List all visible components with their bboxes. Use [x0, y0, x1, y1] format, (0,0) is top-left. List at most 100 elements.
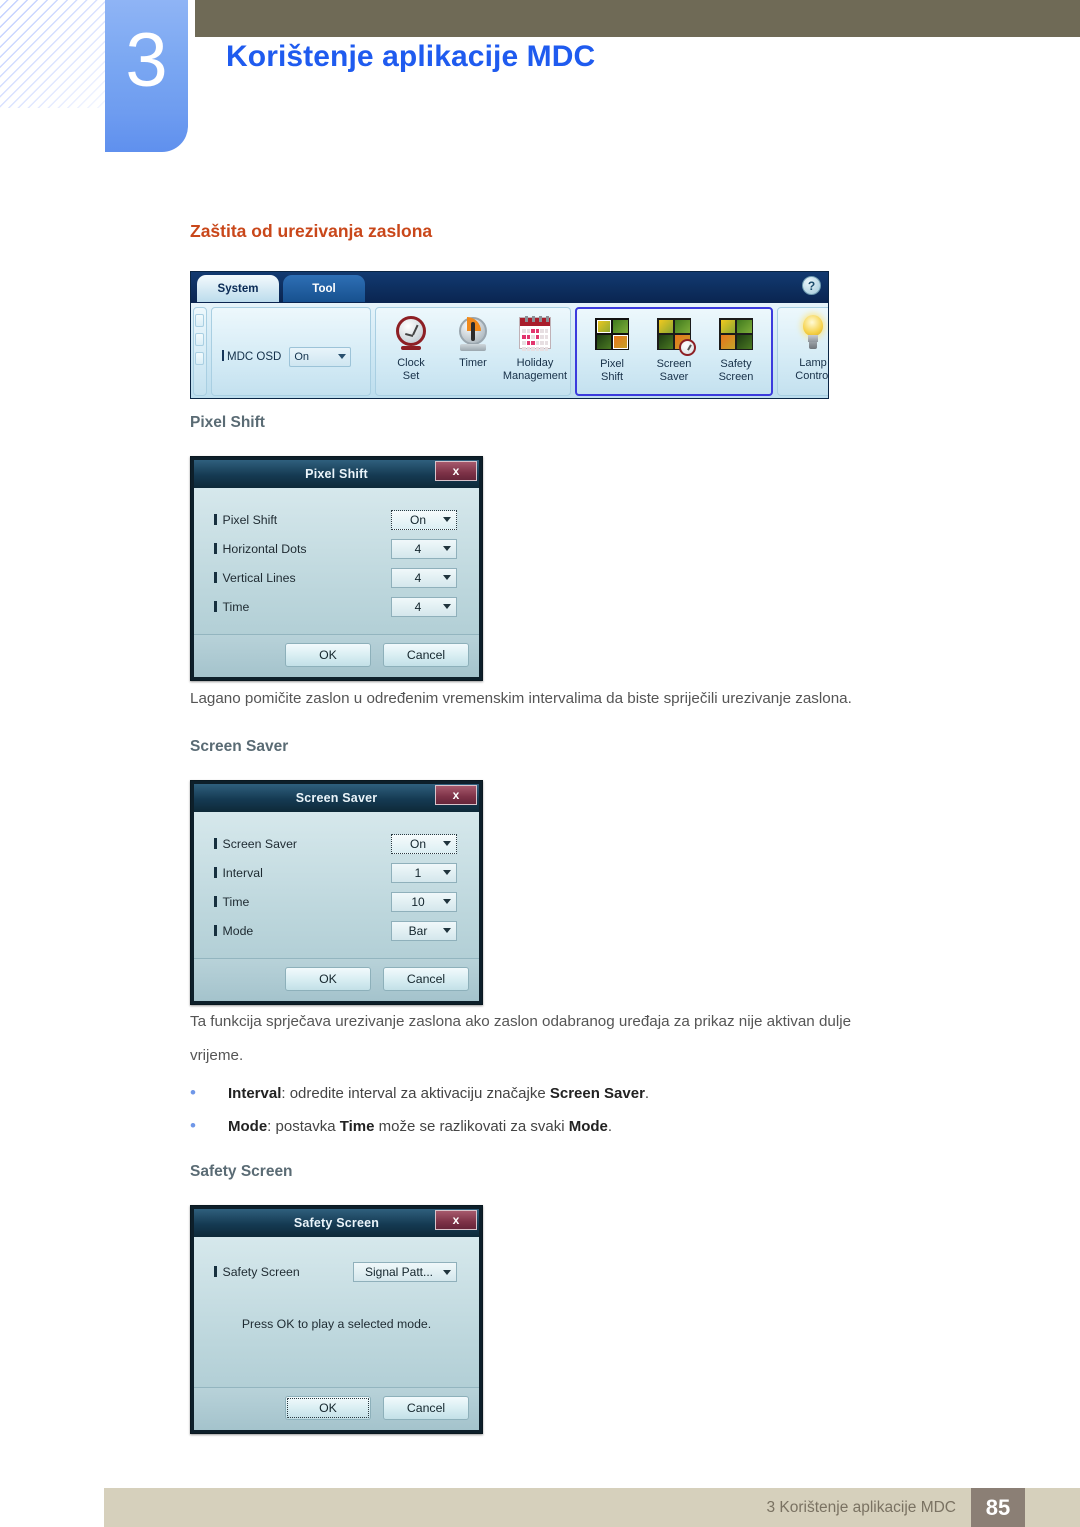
- ribbon-tab-bar: System Tool ?: [191, 272, 828, 303]
- chevron-down-icon: [443, 575, 451, 580]
- field-label: Screen Saver: [214, 837, 391, 851]
- footer-text: 3 Korištenje aplikacije MDC: [766, 1499, 956, 1516]
- mode-select[interactable]: Bar: [391, 920, 457, 941]
- cancel-button[interactable]: Cancel: [383, 643, 469, 667]
- screen-saver-dialog: Screen Saver x Screen Saver On Interval …: [190, 780, 483, 1005]
- safety-screen-dialog-body: Safety Screen Signal Patt... Press OK to…: [194, 1237, 479, 1430]
- timer-icon: [453, 314, 493, 354]
- ribbon-group-clock: Clock Set Timer Holiday Management: [375, 307, 571, 396]
- lamp-control-icon: [793, 314, 828, 354]
- screen-saver-dialog-footer: OK Cancel: [194, 958, 479, 1001]
- safety-screen-dialog-footer: OK Cancel: [194, 1387, 479, 1430]
- bullet-text-mode: Mode: postavka Time može se razlikovati …: [228, 1118, 613, 1135]
- chevron-down-icon: [443, 517, 451, 522]
- section-title: Zaštita od urezivanja zaslona: [190, 221, 433, 241]
- ribbon-button-screen-saver[interactable]: Screen Saver: [643, 311, 705, 392]
- safety-screen-dialog-titlebar: Safety Screen x: [194, 1209, 479, 1237]
- form-row-pixel-shift: Pixel Shift On: [194, 506, 479, 533]
- ribbon-button-holiday-management[interactable]: Holiday Management: [503, 310, 567, 393]
- ribbon-body: MDC OSD On Clock Set Timer Holiday Manag…: [191, 303, 828, 398]
- pixel-shift-icon: [592, 315, 632, 355]
- page-number: 85: [971, 1488, 1025, 1527]
- field-label: Time: [214, 895, 391, 909]
- close-icon[interactable]: x: [435, 1210, 477, 1230]
- chevron-down-icon: [338, 354, 347, 359]
- chapter-number: 3: [125, 18, 168, 103]
- form-row-horizontal-dots: Horizontal Dots 4: [194, 535, 479, 562]
- bullet-text-interval: Interval: odredite interval za aktivacij…: [228, 1085, 650, 1102]
- chevron-down-icon: [443, 1269, 451, 1275]
- field-label: Safety Screen: [214, 1265, 353, 1279]
- field-label: Horizontal Dots: [214, 542, 391, 556]
- ribbon-button-timer[interactable]: Timer: [442, 310, 504, 393]
- cancel-button[interactable]: Cancel: [383, 967, 469, 991]
- form-row-time: Time 4: [194, 593, 479, 620]
- close-icon[interactable]: x: [435, 785, 477, 805]
- screen-saver-dialog-title: Screen Saver: [295, 791, 378, 805]
- chapter-tab: 3: [105, 0, 188, 152]
- subsection-title-pixel-shift: Pixel Shift: [190, 414, 265, 431]
- field-label: Time: [214, 600, 391, 614]
- horizontal-dots-select[interactable]: 4: [391, 538, 457, 559]
- field-label: Interval: [214, 866, 391, 880]
- time-select[interactable]: 10: [391, 891, 457, 912]
- bullet-icon: •: [190, 1116, 196, 1135]
- field-label: Vertical Lines: [214, 571, 391, 585]
- form-row-vertical-lines: Vertical Lines 4: [194, 564, 479, 591]
- mdc-ribbon-screenshot: System Tool ? MDC OSD On Clock Set Timer…: [190, 271, 829, 399]
- holiday-management-icon: [515, 314, 555, 354]
- subsection-title-safety-screen: Safety Screen: [190, 1163, 293, 1180]
- pixel-shift-dialog-footer: OK Cancel: [194, 634, 479, 677]
- chevron-down-icon: [443, 841, 451, 846]
- screen-saver-dialog-titlebar: Screen Saver x: [194, 784, 479, 812]
- screen-saver-select[interactable]: On: [391, 833, 457, 854]
- safety-screen-note: Press OK to play a selected mode.: [241, 1317, 432, 1331]
- pixel-shift-select[interactable]: On: [391, 509, 457, 530]
- clock-set-icon: [391, 314, 431, 354]
- ok-button[interactable]: OK: [285, 643, 371, 667]
- subsection-title-screen-saver: Screen Saver: [190, 738, 289, 755]
- ribbon-button-clock-set[interactable]: Clock Set: [380, 310, 442, 393]
- safety-screen-dialog: Safety Screen x Safety Screen Signal Pat…: [190, 1205, 483, 1434]
- pixel-shift-dialog: Pixel Shift x Pixel Shift On Horizontal …: [190, 456, 483, 681]
- tab-tool[interactable]: Tool: [283, 275, 365, 302]
- chevron-down-icon: [443, 546, 451, 551]
- chevron-down-icon: [443, 928, 451, 933]
- ribbon-group-partial: [193, 307, 207, 396]
- form-row-time: Time 10: [194, 888, 479, 915]
- page-title: Korištenje aplikacije MDC: [226, 40, 596, 73]
- chevron-down-icon: [443, 899, 451, 904]
- safety-screen-dialog-title: Safety Screen: [293, 1216, 380, 1230]
- ribbon-button-lamp-control[interactable]: Lamp Control: [782, 310, 828, 393]
- form-row-mode: Mode Bar: [194, 917, 479, 944]
- chevron-down-icon: [443, 870, 451, 875]
- tab-system[interactable]: System: [197, 275, 279, 302]
- header-olive-bar: [195, 0, 1080, 37]
- ok-button[interactable]: OK: [285, 967, 371, 991]
- ribbon-button-pixel-shift[interactable]: Pixel Shift: [581, 311, 643, 392]
- ribbon-button-safety-screen[interactable]: Safety Screen: [705, 311, 767, 392]
- form-row-safety-screen: Safety Screen Signal Patt...: [194, 1255, 479, 1289]
- safety-screen-select[interactable]: Signal Patt...: [353, 1262, 457, 1282]
- time-select[interactable]: 4: [391, 596, 457, 617]
- mdc-osd-label: MDC OSD: [222, 350, 281, 363]
- vertical-lines-select[interactable]: 4: [391, 567, 457, 588]
- ribbon-group-lamp: Lamp Control: [777, 307, 828, 396]
- screen-saver-description-line2: vrijeme.: [190, 1047, 244, 1064]
- pixel-shift-dialog-titlebar: Pixel Shift x: [194, 460, 479, 488]
- cancel-button[interactable]: Cancel: [383, 1396, 469, 1420]
- mdc-osd-select[interactable]: On: [289, 346, 352, 367]
- screen-saver-icon: [654, 315, 696, 356]
- interval-select[interactable]: 1: [391, 862, 457, 883]
- help-icon[interactable]: ?: [802, 276, 821, 295]
- close-icon[interactable]: x: [435, 461, 477, 481]
- bullet-icon: •: [190, 1083, 196, 1102]
- safety-screen-icon: [716, 315, 756, 355]
- ok-button[interactable]: OK: [285, 1396, 371, 1420]
- ribbon-group-mdc-osd: MDC OSD On: [211, 307, 371, 396]
- screen-saver-description-line1: Ta funkcija sprječava urezivanje zaslona…: [190, 1013, 852, 1030]
- ribbon-group-screen-protection: Pixel Shift Screen Saver Safety Screen: [575, 307, 773, 396]
- pixel-shift-dialog-body: Pixel Shift On Horizontal Dots 4 Vertica…: [194, 488, 479, 677]
- manual-page: 3 Korištenje aplikacije MDC Zaštita od u…: [0, 0, 1080, 1527]
- pixel-shift-description: Lagano pomičite zaslon u određenim vreme…: [190, 690, 852, 707]
